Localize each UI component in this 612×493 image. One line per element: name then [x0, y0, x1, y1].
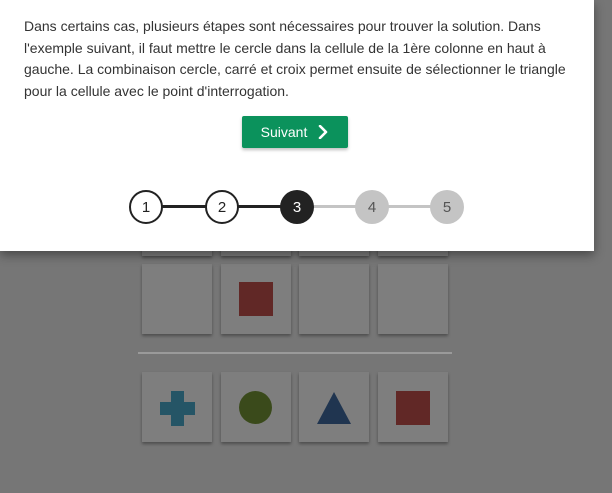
option-cell-circle[interactable] [221, 372, 291, 442]
grid-cell[interactable] [378, 264, 448, 334]
instruction-modal: Dans certains cas, plusieurs étapes sont… [0, 0, 594, 251]
step-2[interactable]: 2 [205, 190, 239, 224]
divider [138, 352, 452, 354]
step-indicator: 1 2 3 4 5 [0, 0, 594, 251]
option-cell-triangle[interactable] [299, 372, 369, 442]
step-connector [388, 205, 436, 208]
square-shape [239, 282, 273, 316]
cross-shape [160, 391, 195, 426]
option-cell-square[interactable] [378, 372, 448, 442]
option-cell-cross[interactable] [142, 372, 212, 442]
step-1[interactable]: 1 [129, 190, 163, 224]
step-connector [160, 205, 208, 208]
square-shape [396, 391, 430, 425]
step-connector [312, 205, 360, 208]
step-3[interactable]: 3 [280, 190, 314, 224]
step-4[interactable]: 4 [355, 190, 389, 224]
circle-shape [239, 391, 272, 424]
grid-cell[interactable] [221, 264, 291, 334]
triangle-shape [317, 392, 351, 424]
step-connector [236, 205, 284, 208]
grid-cell[interactable] [299, 264, 369, 334]
grid-cell[interactable] [142, 264, 212, 334]
step-5[interactable]: 5 [430, 190, 464, 224]
